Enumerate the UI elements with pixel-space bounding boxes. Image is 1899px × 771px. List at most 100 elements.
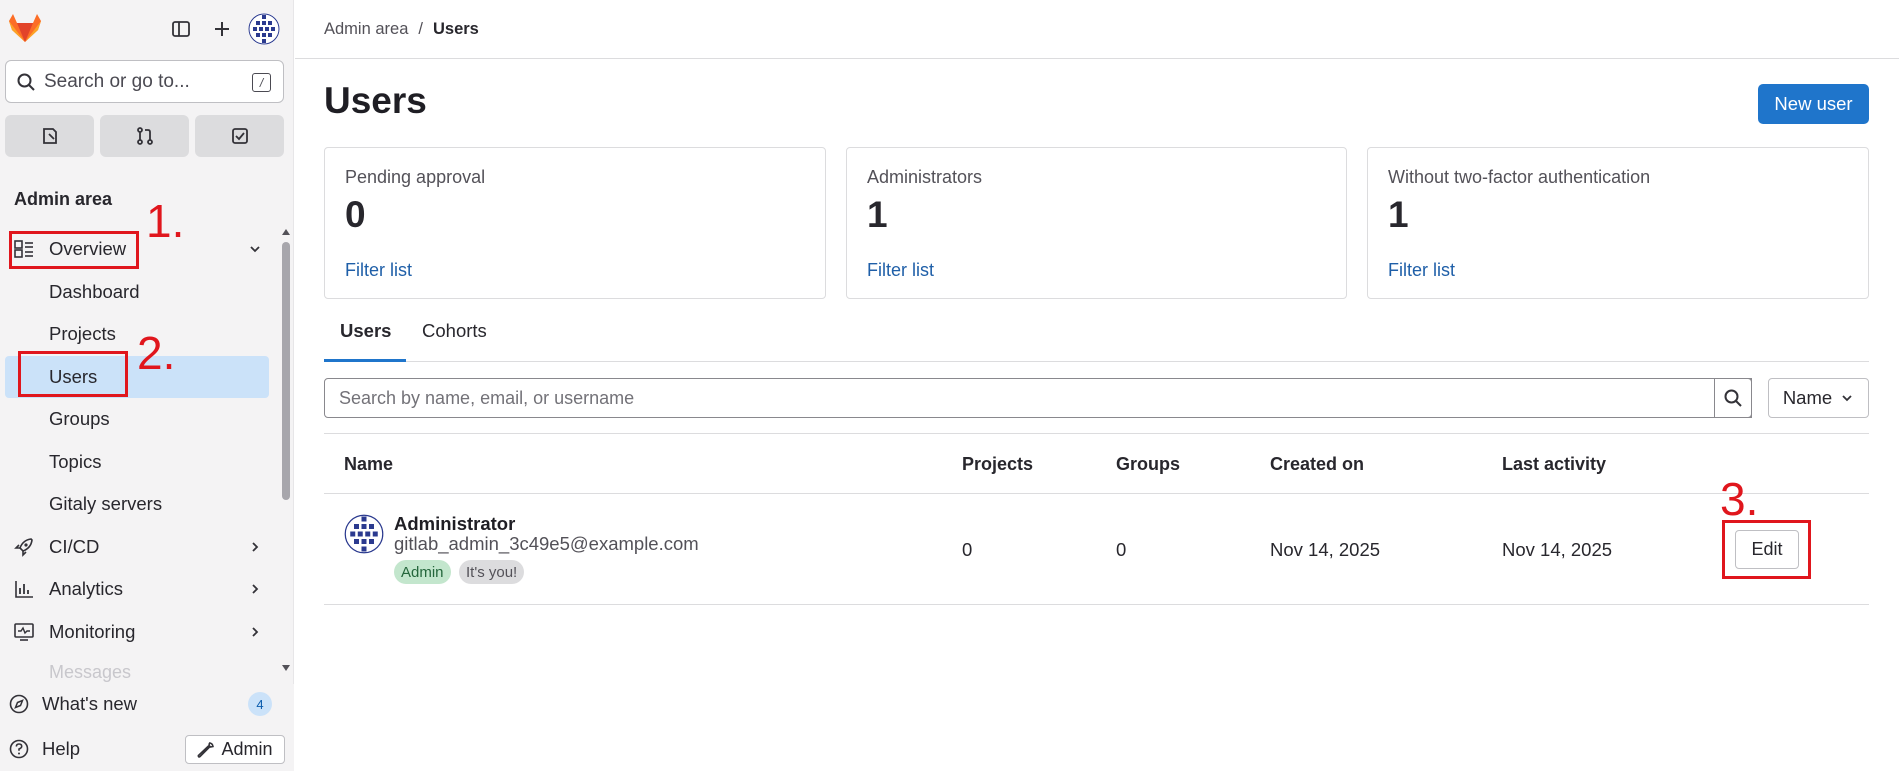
cell-groups: 0 (1116, 539, 1127, 560)
chart-icon (15, 581, 33, 598)
sidebar-item-dashboard[interactable]: Dashboard (0, 271, 280, 314)
quick-actions (5, 115, 284, 157)
filter-list-link[interactable]: Filter list (345, 260, 412, 281)
sidebar-scrollbar[interactable] (281, 228, 291, 672)
help-icon (9, 739, 29, 759)
stat-title: Pending approval (345, 167, 486, 187)
whats-new-count-badge: 4 (248, 692, 272, 716)
chevron-right-icon (252, 541, 259, 552)
breadcrumb: Admin area / Users (324, 20, 479, 39)
sidebar-item-analytics[interactable]: Analytics (0, 568, 280, 611)
scroll-up-icon[interactable] (282, 228, 290, 236)
filter-list-link[interactable]: Filter list (867, 260, 934, 281)
search-icon (1724, 389, 1742, 407)
annotation-box-step2 (18, 351, 128, 397)
admin-button-label: Admin (221, 739, 273, 759)
admin-button[interactable]: Admin (185, 735, 285, 764)
tab-cohorts[interactable]: Cohorts (422, 320, 487, 362)
chevron-right-icon (252, 584, 259, 594)
whats-new-label: What's new (42, 693, 138, 714)
sidebar-item-cicd[interactable]: CI/CD (0, 526, 280, 569)
whats-new-link[interactable]: What's new (8, 693, 137, 715)
sidebar-item-gitaly-servers[interactable]: Gitaly servers (0, 483, 280, 526)
user-avatar[interactable] (344, 514, 384, 554)
issues-icon (42, 128, 57, 144)
column-header-projects: Projects (962, 454, 1034, 474)
global-search-placeholder: Search or go to... (44, 70, 190, 92)
column-header-created-on[interactable]: Created on (1270, 454, 1364, 475)
user-email: gitlab_admin_3c49e5@example.com (394, 533, 699, 554)
user-search-button[interactable] (1714, 378, 1752, 418)
sidebar-item-label: Monitoring (49, 620, 136, 642)
issues-button[interactable] (5, 115, 94, 157)
stat-value: 1 (1388, 194, 1409, 235)
sidebar-item-messages[interactable]: Messages (49, 662, 131, 683)
sidebar-nav: Overview Dashboard Projects Users Groups… (0, 228, 280, 653)
stat-title: Administrators (867, 167, 983, 187)
todo-button[interactable] (195, 115, 284, 157)
sidebar-section-title: Admin area (14, 189, 113, 209)
cell-projects: 0 (962, 539, 973, 560)
scroll-down-icon[interactable] (282, 664, 290, 672)
sidebar-item-label: Analytics (49, 578, 124, 600)
chevron-down-icon (250, 246, 260, 253)
monitor-icon (14, 622, 34, 641)
sidebar-item-topics[interactable]: Topics (0, 441, 280, 484)
merge-request-icon (136, 127, 153, 145)
admin-badge: Admin (394, 560, 451, 584)
stat-card-administrators: Administrators 1 Filter list (846, 147, 1347, 299)
new-user-button[interactable]: New user (1758, 84, 1869, 124)
stat-title: Without two-factor authentication (1388, 167, 1651, 187)
sidebar-item-label: CI/CD (49, 535, 100, 557)
page-title: Users (324, 80, 427, 121)
stat-value: 1 (867, 194, 888, 235)
annotation-box-step3 (1722, 520, 1811, 579)
user-name-link[interactable]: Administrator (394, 513, 515, 535)
breadcrumb-users[interactable]: Users (433, 20, 479, 39)
breadcrumb-admin-area[interactable]: Admin area (324, 20, 408, 39)
merge-requests-button[interactable] (100, 115, 189, 157)
help-link[interactable]: Help (8, 738, 80, 760)
todo-icon (231, 128, 248, 144)
wrench-icon (198, 741, 215, 758)
column-header-groups: Groups (1116, 454, 1181, 474)
sort-dropdown[interactable]: Name (1768, 378, 1869, 418)
users-table-header: Name Projects Groups Created on Last act… (324, 433, 1869, 494)
rocket-icon (14, 537, 33, 557)
filter-list-link[interactable]: Filter list (1388, 260, 1455, 281)
annotation-label-step2: 2. (137, 327, 176, 379)
stat-value: 0 (345, 194, 366, 235)
user-search-input[interactable]: Search by name, email, or username (324, 378, 1752, 418)
gitlab-logo-icon[interactable] (8, 12, 42, 44)
tab-users[interactable]: Users (324, 320, 406, 362)
sidebar-item-groups[interactable]: Groups (0, 398, 280, 441)
sidebar-item-monitoring[interactable]: Monitoring (0, 611, 280, 654)
breadcrumb-separator: / (418, 20, 423, 38)
chevron-right-icon (252, 626, 259, 637)
table-row: Administrator gitlab_admin_3c49e5@exampl… (324, 494, 1869, 605)
sidebar-item-label: Dashboard (49, 280, 140, 302)
global-search-input[interactable]: Search or go to... / (5, 60, 284, 103)
search-shortcut-badge: / (252, 73, 271, 92)
annotation-box-step1 (9, 231, 139, 269)
column-header-last-activity[interactable]: Last activity (1502, 454, 1606, 475)
sidebar-header (0, 0, 294, 56)
plus-icon[interactable] (206, 13, 238, 45)
its-you-badge: It's you! (459, 560, 525, 584)
annotation-label-step1: 1. (146, 195, 185, 247)
sidebar-item-label: Projects (49, 323, 116, 345)
stat-card-pending-approval: Pending approval 0 Filter list (324, 147, 826, 299)
user-avatar[interactable] (248, 13, 280, 45)
sidebar-item-label: Groups (49, 408, 110, 430)
cell-created-on: Nov 14, 2025 (1270, 539, 1381, 560)
sort-dropdown-label: Name (1782, 387, 1833, 408)
scrollbar-thumb[interactable] (282, 242, 290, 500)
tabs: Users Cohorts (324, 310, 1869, 362)
cell-last-activity: Nov 14, 2025 (1502, 539, 1613, 560)
help-label: Help (42, 738, 81, 759)
search-icon (17, 73, 35, 91)
top-bar: Admin area / Users (295, 0, 1899, 59)
column-header-name[interactable]: Name (344, 454, 393, 475)
toggle-sidebar-icon[interactable] (165, 13, 197, 45)
sidebar-item-label: Gitaly servers (49, 493, 163, 515)
